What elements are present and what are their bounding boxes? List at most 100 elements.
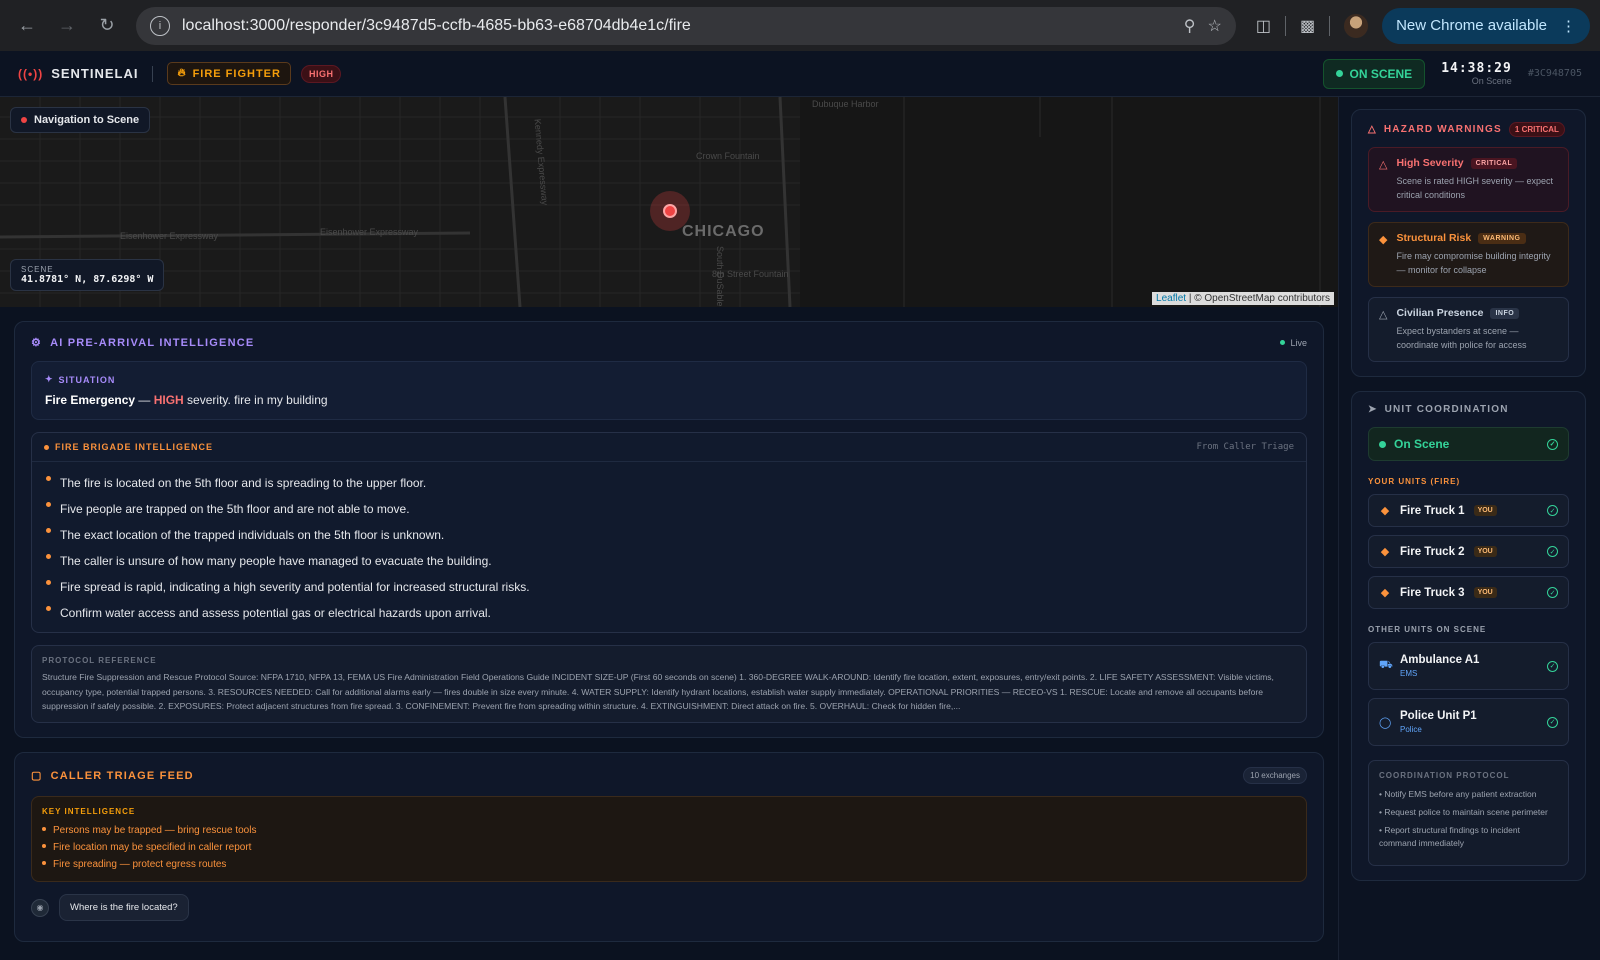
map-street-label: Eisenhower Expressway xyxy=(320,227,419,237)
bookmark-star-icon[interactable]: ☆ xyxy=(1208,16,1222,36)
list-item: Fire spread is rapid, indicating a high … xyxy=(46,574,1294,600)
scene-marker-dot xyxy=(663,204,677,218)
scene-marker[interactable] xyxy=(650,191,690,231)
list-item: The caller is unsure of how many people … xyxy=(46,548,1294,574)
check-circle-icon: ✓ xyxy=(1547,438,1558,450)
unit-coordination-card: ➤ UNIT COORDINATION On Scene ✓ YOUR UNIT… xyxy=(1351,391,1586,881)
list-item-text: The caller is unsure of how many people … xyxy=(60,554,492,568)
list-item-text: Persons may be trapped — bring rescue to… xyxy=(53,825,257,836)
map-street-label: Eisenhower Expressway xyxy=(120,231,219,241)
forward-icon[interactable]: → xyxy=(50,9,84,43)
chrome-update-button[interactable]: New Chrome available ⋮ xyxy=(1382,7,1590,44)
browser-toolbar: ← → ↻ i localhost:3000/responder/3c9487d… xyxy=(0,0,1600,51)
bullet xyxy=(46,502,51,507)
bullet xyxy=(46,476,51,481)
list-item-text: The exact location of the trapped indivi… xyxy=(60,528,445,542)
you-tag: YOU xyxy=(1473,587,1497,598)
hazard-desc: Expect bystanders at scene — coordinate … xyxy=(1396,326,1527,350)
unit-row[interactable]: ◆ Fire Truck 2 YOU ✓ xyxy=(1368,535,1569,568)
incident-id: #3C948705 xyxy=(1527,68,1582,79)
main-column: Eisenhower Expressway Eisenhower Express… xyxy=(0,97,1338,960)
zoom-icon[interactable]: ⚲ xyxy=(1184,16,1196,36)
caller-triage-panel: ▢ CALLER TRIAGE FEED 10 exchanges KEY IN… xyxy=(14,752,1324,942)
unit-name: Fire Truck 1 xyxy=(1400,504,1465,517)
check-circle-icon: ✓ xyxy=(1547,587,1558,598)
flame-icon: 🔥︎ xyxy=(177,67,187,79)
list-item-text: Fire spread is rapid, indicating a high … xyxy=(60,580,530,594)
leaflet-link[interactable]: Leaflet xyxy=(1156,293,1186,304)
brand: ((•)) SENTINELAI xyxy=(18,66,138,81)
triage-title: CALLER TRIAGE FEED xyxy=(50,769,194,782)
scene-label: SCENE xyxy=(21,265,54,274)
check-circle-icon: ✓ xyxy=(1547,716,1558,728)
hazard-item-title: Structural Risk xyxy=(1396,232,1472,244)
unit-status[interactable]: On Scene ✓ xyxy=(1368,427,1569,461)
more-options-icon[interactable]: ⋮ xyxy=(1561,17,1576,35)
hazard-item[interactable]: △ High Severity CRITICAL Scene is rated H… xyxy=(1368,147,1569,212)
app-header: ((•)) SENTINELAI 🔥︎ FIRE FIGHTER HIGH ON… xyxy=(0,51,1600,97)
critical-count-badge: 1 CRITICAL xyxy=(1508,122,1565,137)
clock: 14:38:29 On Scene xyxy=(1441,61,1512,86)
profile-avatar[interactable] xyxy=(1344,13,1369,38)
key-intelligence: KEY INTELLIGENCE Persons may be trapped … xyxy=(31,796,1307,882)
nav-dot xyxy=(21,117,27,123)
toolbar-divider xyxy=(1329,15,1331,36)
reload-icon[interactable]: ↻ xyxy=(90,9,124,43)
role-badge: 🔥︎ FIRE FIGHTER xyxy=(167,62,291,85)
site-info-icon[interactable]: i xyxy=(150,15,170,36)
update-label: New Chrome available xyxy=(1396,17,1547,34)
chat-message: ◉ Where is the fire located? xyxy=(31,894,1307,921)
live-indicator: Live xyxy=(1280,338,1307,348)
list-item: The fire is located on the 5th floor and… xyxy=(46,470,1294,496)
list-item-text: Fire location may be specified in caller… xyxy=(53,842,252,853)
hazard-item[interactable]: △ Civilian Presence INFO Expect bystander… xyxy=(1368,297,1569,362)
protocol-text: Structure Fire Suppression and Rescue Pr… xyxy=(42,672,1274,711)
severity-badge: HIGH xyxy=(300,64,342,83)
scene-map[interactable]: Eisenhower Expressway Eisenhower Express… xyxy=(0,97,1338,307)
unit-row[interactable]: ◆ Fire Truck 3 YOU ✓ xyxy=(1368,576,1569,609)
map-poi-label: 8th Street Fountain xyxy=(712,269,789,279)
live-dot xyxy=(1280,340,1286,345)
flame-icon: ◆ xyxy=(1379,234,1388,246)
list-item-text: The fire is located on the 5th floor and… xyxy=(60,476,427,490)
hazard-tag: INFO xyxy=(1490,307,1520,319)
situation-card: ✦ SITUATION Fire Emergency — HIGH severit… xyxy=(31,361,1307,420)
clock-time: 14:38:29 xyxy=(1441,61,1512,76)
map-attribution: Leaflet | © OpenStreetMap contributors xyxy=(1152,292,1334,305)
back-icon[interactable]: ← xyxy=(10,9,44,43)
warning-icon: △ xyxy=(1379,309,1388,321)
bullet xyxy=(42,861,46,865)
navigation-chip[interactable]: Navigation to Scene xyxy=(10,107,151,133)
situation-text: Fire Emergency — HIGH severity. fire in … xyxy=(45,393,1293,407)
unit-row[interactable]: ◆ Fire Truck 1 YOU ✓ xyxy=(1368,494,1569,527)
brand-name: SENTINELAI xyxy=(51,66,139,81)
hazard-item[interactable]: ◆ Structural Risk WARNING Fire may compro… xyxy=(1368,222,1569,287)
situation-severity: HIGH xyxy=(153,393,184,407)
bullet xyxy=(46,606,51,611)
cast-icon[interactable]: ▩ xyxy=(1300,16,1315,36)
unit-row[interactable]: ⛟ Ambulance A1 EMS ✓ xyxy=(1368,642,1569,690)
address-bar[interactable]: i localhost:3000/responder/3c9487d5-ccfb… xyxy=(136,6,1236,45)
url-text[interactable]: localhost:3000/responder/3c9487d5-ccfb-4… xyxy=(182,17,1172,35)
bullet xyxy=(46,580,51,585)
right-sidebar: △ HAZARD WARNINGS 1 CRITICAL △ High Seve… xyxy=(1338,97,1600,960)
scene-coords-chip: SCENE 41.8781° N, 87.6298° W xyxy=(10,259,165,291)
situation-type: Fire Emergency xyxy=(45,393,136,407)
coordination-protocol: COORDINATION PROTOCOL • Notify EMS befor… xyxy=(1368,760,1569,866)
brigade-dot xyxy=(44,444,49,450)
other-units-label: OTHER UNITS ON SCENE xyxy=(1368,625,1487,634)
unit-row[interactable]: ◯ Police Unit P1 Police ✓ xyxy=(1368,698,1569,746)
coord-protocol-label: COORDINATION PROTOCOL xyxy=(1379,771,1510,780)
extensions-icon[interactable]: ◫ xyxy=(1256,16,1271,36)
map-poi-label: Crown Fountain xyxy=(696,151,760,161)
list-item: Confirm water access and assess potentia… xyxy=(46,600,1294,626)
bot-avatar-icon: ◉ xyxy=(31,898,49,917)
unit-name: Fire Truck 2 xyxy=(1400,545,1465,558)
map-city-label: CHICAGO xyxy=(682,223,765,240)
list-item: Fire location may be specified in caller… xyxy=(42,839,1296,856)
unit-type: EMS xyxy=(1400,669,1418,678)
protocol-reference: PROTOCOL REFERENCE Structure Fire Suppre… xyxy=(31,645,1307,723)
flame-icon: ◆ xyxy=(1380,546,1390,558)
status-dot xyxy=(1335,70,1343,77)
status-pill[interactable]: ON SCENE xyxy=(1322,58,1426,89)
